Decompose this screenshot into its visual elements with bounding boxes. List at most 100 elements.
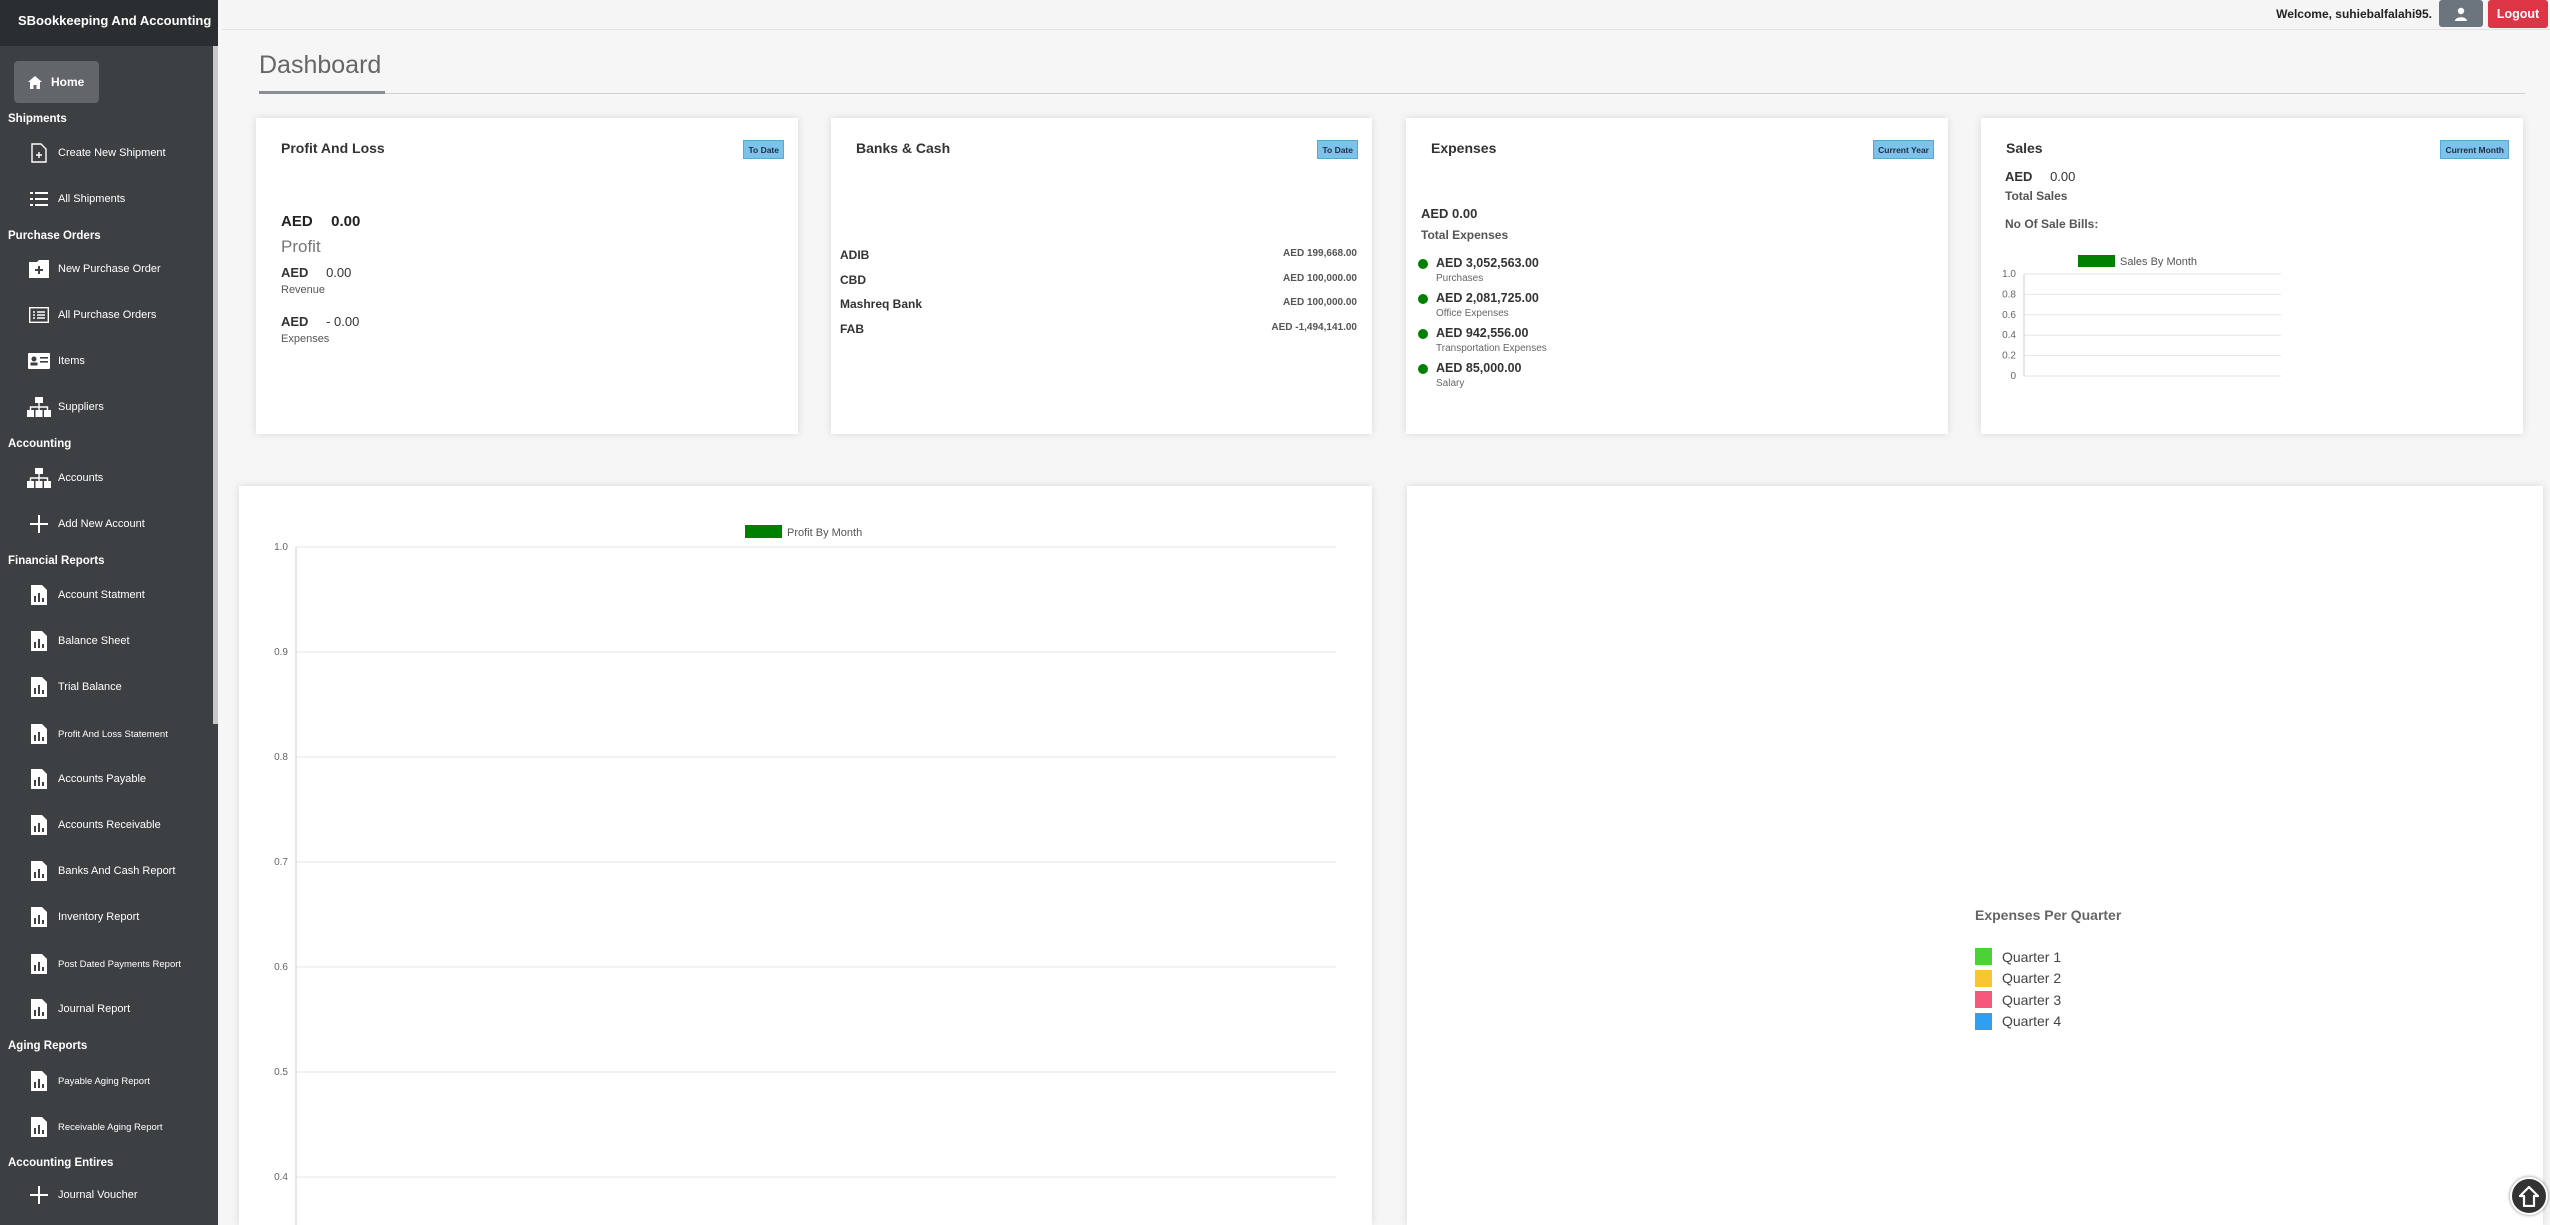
period-badge: Current Year <box>1873 140 1934 159</box>
file-plus-icon <box>26 143 52 163</box>
section-accounting: Accounting <box>8 438 72 450</box>
sidebar-item-label: Home <box>51 75 85 89</box>
sidebar-item-accounts-receivable[interactable]: Accounts Receivable <box>26 811 161 839</box>
user-profile-button[interactable] <box>2439 0 2483 27</box>
y-tick-label: 0.6 <box>2002 310 2016 321</box>
y-tick-label: 0.8 <box>274 752 288 763</box>
report-icon <box>26 677 52 697</box>
sidebar-item-journal-voucher[interactable]: Journal Voucher <box>26 1181 138 1209</box>
legend-swatch <box>1975 969 1992 987</box>
arrow-up-icon <box>2519 1185 2539 1207</box>
file-add-icon <box>26 260 52 278</box>
status-dot-icon <box>1418 259 1428 269</box>
sidebar-item-all-shipments[interactable]: All Shipments <box>26 185 125 213</box>
sale-bills-label: No Of Sale Bills: <box>2005 217 2099 231</box>
card-title: Banks & Cash <box>856 140 951 156</box>
section-shipments: Shipments <box>8 113 67 125</box>
expense-amount: AED 85,000.00 <box>1436 361 1522 375</box>
sidebar-item-pdc-report[interactable]: Post Dated Payments Report <box>26 950 181 978</box>
bank-row: Mashreq Bank AED 100,000.00 <box>840 297 1357 322</box>
y-tick-label: 0.4 <box>2002 330 2016 341</box>
sidebar-item-new-purchase-order[interactable]: New Purchase Order <box>26 255 161 283</box>
sidebar-item-trial-balance[interactable]: Trial Balance <box>26 673 122 701</box>
scroll-to-top-button[interactable] <box>2510 1177 2548 1215</box>
sidebar-item-pl-statement[interactable]: Profit And Loss Statement <box>26 720 168 748</box>
sidebar-item-payable-aging[interactable]: Payable Aging Report <box>26 1067 150 1095</box>
card-title: Expenses <box>1431 140 1497 156</box>
legend-label: Profit By Month <box>787 527 862 539</box>
bank-amount: AED -1,494,141.00 <box>1271 321 1357 333</box>
sidebar-item-home[interactable]: Home <box>14 61 99 103</box>
legend-swatch <box>1975 1012 1992 1030</box>
sidebar-item-banks-cash-report[interactable]: Banks And Cash Report <box>26 857 175 885</box>
card-title: Profit And Loss <box>281 140 385 156</box>
pie-title: Expenses Per Quarter <box>1975 907 2122 923</box>
banks-cash-card: Banks & Cash To Date ADIB AED 199,668.00 C… <box>831 118 1372 434</box>
y-tick-label: 0.2 <box>2002 351 2016 362</box>
sidebar-item-items[interactable]: Items <box>26 347 85 375</box>
bank-name: CBD <box>840 272 866 287</box>
pie-legend-item: Quarter 2 <box>1975 968 2061 990</box>
sidebar-item-create-shipment[interactable]: Create New Shipment <box>26 139 166 167</box>
welcome-text: Welcome, suhiebalfalahi95. <box>2276 7 2432 21</box>
bank-amount: AED 100,000.00 <box>1283 272 1357 284</box>
section-purchase-orders: Purchase Orders <box>8 230 101 242</box>
sidebar-item-all-purchase-orders[interactable]: All Purchase Orders <box>26 301 156 329</box>
legend-swatch <box>745 525 782 538</box>
home-icon <box>28 75 42 89</box>
sidebar-item-add-account[interactable]: Add New Account <box>26 510 145 538</box>
expense-label: Salary <box>1436 378 1465 389</box>
bank-list: ADIB AED 199,668.00 CBD AED 100,000.00 Mashr… <box>840 248 1357 346</box>
legend-label: Quarter 4 <box>2002 1013 2062 1030</box>
expense-amount: AED 2,081,725.00 <box>1436 291 1539 305</box>
expense-label: Transportation Expenses <box>1436 343 1547 354</box>
sidebar-item-receivable-aging[interactable]: Receivable Aging Report <box>26 1113 163 1141</box>
plus-icon <box>26 515 52 533</box>
bank-row: ADIB AED 199,668.00 <box>840 248 1357 273</box>
report-icon <box>26 631 52 651</box>
bank-name: ADIB <box>840 248 870 262</box>
y-tick-label: 1.0 <box>274 542 288 553</box>
bank-name: Mashreq Bank <box>840 297 923 311</box>
total-expenses-label: Total Expenses <box>1421 228 1509 242</box>
bank-row: FAB AED -1,494,141.00 <box>840 322 1357 347</box>
sidebar-scrollbar[interactable] <box>213 46 218 724</box>
expense-row: AED 2,081,725.00 Office Expenses <box>1418 291 1547 326</box>
sidebar-item-suppliers[interactable]: Suppliers <box>26 393 104 421</box>
sitemap-icon <box>26 397 52 417</box>
bank-row: CBD AED 100,000.00 <box>840 273 1357 298</box>
sidebar-item-account-statment[interactable]: Account Statment <box>26 581 145 609</box>
sidebar-item-balance-sheet[interactable]: Balance Sheet <box>26 627 130 655</box>
sales-card: Sales Current Month AED 0.00 Total Sales… <box>1981 118 2523 434</box>
profit-by-month-chart: Profit By Month 1.0 0.9 0.8 0.7 0.6 0.5 0.4 <box>274 525 1336 1225</box>
plus-icon <box>26 1186 52 1204</box>
status-dot-icon <box>1418 294 1428 304</box>
sidebar-item-accounts-payable[interactable]: Accounts Payable <box>26 765 146 793</box>
y-tick-label: 0.6 <box>274 962 288 973</box>
pie-legend: Quarter 1 Quarter 2 Quarter 3 Quarter 4 <box>1975 946 2061 1032</box>
title-divider <box>259 93 2525 94</box>
profit-chart-panel: Profit By Month 1.0 0.9 0.8 0.7 0.6 0.5 0.4 <box>239 486 1372 1225</box>
legend-label: Sales By Month <box>2120 256 2197 268</box>
title-accent <box>259 91 385 94</box>
sidebar: SBookkeeping And Accounting Home Shipmen… <box>0 0 218 1225</box>
list-icon <box>26 192 52 206</box>
section-financial-reports: Financial Reports <box>8 555 105 567</box>
logout-button[interactable]: Logout <box>2488 0 2548 28</box>
section-aging-reports: Aging Reports <box>8 1040 88 1052</box>
expenses-card: Expenses Current Year AED 0.00 Total Exp… <box>1406 118 1948 434</box>
report-icon <box>26 585 52 605</box>
sidebar-item-journal-report[interactable]: Journal Report <box>26 995 130 1023</box>
page-title: Dashboard <box>259 51 382 79</box>
sidebar-item-inventory-report[interactable]: Inventory Report <box>26 903 139 931</box>
y-tick-label: 0.7 <box>274 857 288 868</box>
expenses-label: Expenses <box>281 333 330 345</box>
total-expenses-value: AED 0.00 <box>1421 206 1478 221</box>
bank-amount: AED 199,668.00 <box>1283 248 1357 259</box>
bank-amount: AED 100,000.00 <box>1283 297 1357 308</box>
y-tick-label: 0.8 <box>2002 289 2016 300</box>
expenses-quarter-panel: Expenses Per Quarter Quarter 1 Quarter 2Q… <box>1407 486 2543 1225</box>
report-icon <box>26 907 52 927</box>
sidebar-item-accounts[interactable]: Accounts <box>26 464 103 492</box>
total-sales-label: Total Sales <box>2005 189 2068 203</box>
